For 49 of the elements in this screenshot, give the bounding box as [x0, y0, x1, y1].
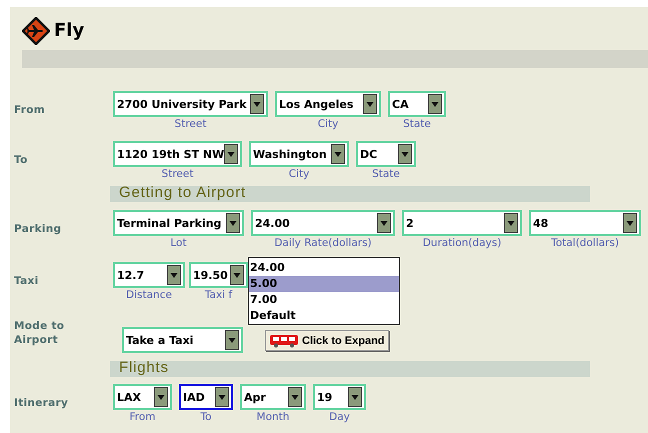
dropdown-field[interactable]: LAX	[113, 384, 172, 410]
row-label: Itinerary	[14, 396, 70, 411]
row-label: From	[14, 103, 46, 118]
field-caption: State	[403, 118, 431, 130]
dropdown-field[interactable]: 24.00	[251, 210, 395, 236]
dropdown-field[interactable]: CA	[388, 91, 446, 117]
dropdown-field[interactable]: Washington	[249, 141, 349, 167]
dropdown-field[interactable]: 1120 19th ST NW	[113, 141, 242, 167]
dropdown-field[interactable]: 19.50	[189, 262, 248, 288]
field-caption: Duration(days)	[422, 237, 502, 249]
airplane-logo-icon	[22, 16, 50, 44]
row-label: Mode to Airport	[14, 319, 66, 348]
dropdown-field[interactable]: 12.7	[113, 262, 185, 288]
field-caption: Street	[162, 168, 194, 180]
field-caption: Lot	[170, 237, 187, 249]
field-caption: State	[372, 168, 400, 180]
dropdown-option[interactable]: 7.00	[249, 292, 399, 308]
dropdown-option[interactable]: Default	[249, 308, 399, 324]
field-caption: City	[288, 168, 310, 180]
section-header: Getting to Airport	[110, 186, 590, 202]
field-caption: Distance	[126, 289, 172, 301]
dropdown-field[interactable]: 48	[529, 210, 641, 236]
field-caption: From	[129, 411, 156, 423]
field-caption: Month	[256, 411, 290, 423]
field-caption: Daily Rate(dollars)	[274, 237, 372, 249]
dropdown-field[interactable]: DC	[356, 141, 416, 167]
dropdown-field[interactable]: 2	[402, 210, 522, 236]
field-caption: City	[318, 118, 338, 130]
dropdown-field[interactable]: IAD	[179, 384, 233, 410]
dropdown-field[interactable]: 19	[313, 384, 366, 410]
field-caption: Street	[174, 118, 206, 130]
expand-button[interactable]: Click to Expand	[265, 330, 389, 351]
field-caption: Total(dollars)	[551, 237, 619, 249]
dropdown-option[interactable]: 24.00	[249, 260, 399, 276]
app-title: Fly	[54, 20, 84, 41]
bus-icon	[269, 334, 299, 348]
dropdown-field[interactable]: Take a Taxi	[122, 327, 243, 353]
row-label: Parking	[14, 222, 62, 237]
field-caption: Day	[329, 411, 350, 423]
field-caption: Taxi f	[204, 289, 232, 301]
field-caption: To	[200, 411, 212, 423]
dropdown-option[interactable]: 5.00	[249, 276, 399, 292]
dropdown-field[interactable]: 2700 University Park	[113, 91, 268, 117]
dropdown-field[interactable]: Terminal Parking	[113, 210, 244, 236]
dropdown-field[interactable]: Los Angeles	[275, 91, 381, 117]
row-label: To	[14, 153, 29, 168]
section-header: Flights	[110, 361, 590, 377]
row-label: Taxi	[14, 274, 40, 289]
dropdown-field[interactable]: Apr	[240, 384, 306, 410]
